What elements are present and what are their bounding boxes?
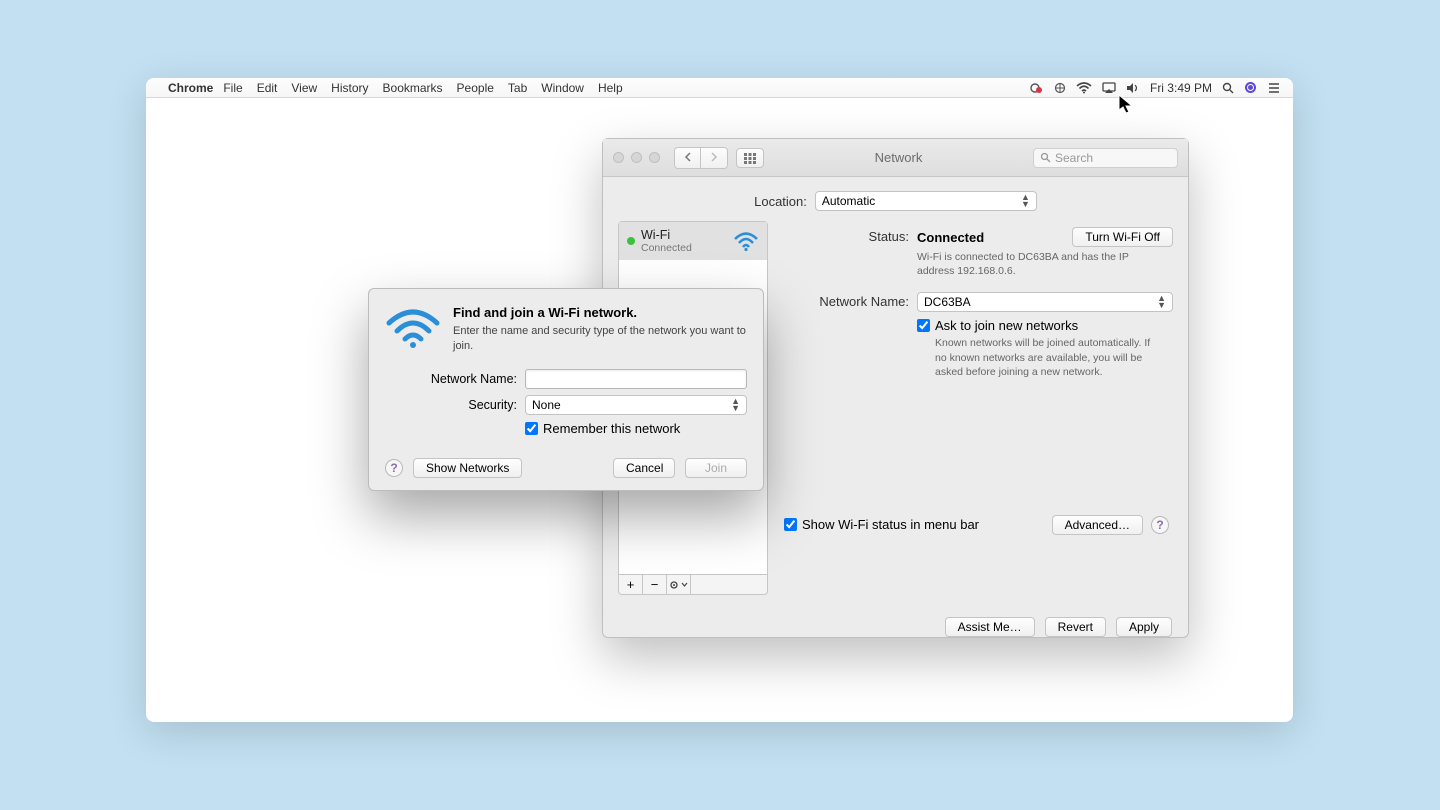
ask-to-join-help: Known networks will be joined automatica…	[935, 336, 1155, 379]
location-select[interactable]: Automatic ▲▼	[815, 191, 1037, 211]
window-traffic-lights[interactable]	[613, 152, 660, 163]
desktop-frame: Chrome File Edit View History Bookmarks …	[146, 78, 1293, 722]
dialog-security-label: Security:	[385, 398, 525, 412]
airplay-icon[interactable]	[1102, 82, 1116, 94]
ask-to-join-checkbox[interactable]	[917, 319, 930, 332]
chevron-down-icon	[681, 582, 688, 587]
location-value: Automatic	[822, 194, 875, 208]
menu-edit[interactable]: Edit	[257, 81, 278, 95]
dialog-subtitle: Enter the name and security type of the …	[453, 324, 747, 355]
help-button[interactable]: ?	[1151, 516, 1169, 534]
dialog-help-button[interactable]: ?	[385, 459, 403, 477]
sidebar-footer: + −	[618, 575, 768, 595]
minimize-window-icon[interactable]	[631, 152, 642, 163]
menu-help[interactable]: Help	[598, 81, 623, 95]
menubar-clock[interactable]: Fri 3:49 PM	[1150, 81, 1212, 95]
network-name-label: Network Name:	[782, 292, 917, 309]
volume-icon[interactable]	[1126, 82, 1140, 94]
gear-icon	[669, 579, 681, 591]
sidebar-item-status: Connected	[641, 242, 727, 254]
notification-center-icon[interactable]	[1267, 82, 1281, 94]
search-placeholder: Search	[1055, 151, 1093, 165]
app-menu[interactable]: Chrome	[168, 81, 213, 95]
remember-network-checkbox[interactable]	[525, 422, 538, 435]
join-wifi-dialog: Find and join a Wi-Fi network. Enter the…	[368, 288, 764, 491]
chevron-updown-icon: ▲▼	[1157, 295, 1166, 309]
location-label: Location:	[754, 194, 807, 209]
show-all-button[interactable]	[736, 148, 764, 168]
zoom-window-icon[interactable]	[649, 152, 660, 163]
menu-people[interactable]: People	[457, 81, 494, 95]
turn-wifi-off-button[interactable]: Turn Wi-Fi Off	[1072, 227, 1173, 247]
status-help-text: Wi-Fi is connected to DC63BA and has the…	[917, 250, 1137, 278]
dialog-name-label: Network Name:	[385, 372, 525, 386]
menu-history[interactable]: History	[331, 81, 368, 95]
search-field[interactable]: Search	[1033, 148, 1178, 168]
wifi-icon	[733, 230, 759, 252]
cancel-button[interactable]: Cancel	[613, 458, 675, 478]
forward-button[interactable]	[701, 148, 727, 168]
detail-pane: Status: Connected Turn Wi-Fi Off Wi-Fi i…	[776, 221, 1173, 595]
chevron-updown-icon: ▲▼	[731, 398, 740, 412]
spotlight-icon[interactable]	[1222, 82, 1234, 94]
network-name-value: DC63BA	[924, 295, 971, 309]
security-value: None	[532, 398, 561, 412]
status-value: Connected	[917, 230, 984, 245]
status-icon-2[interactable]	[1054, 82, 1066, 94]
menu-tab[interactable]: Tab	[508, 81, 527, 95]
menu-file[interactable]: File	[223, 81, 242, 95]
menu-view[interactable]: View	[291, 81, 317, 95]
status-icon-1[interactable]	[1030, 82, 1044, 94]
back-button[interactable]	[675, 148, 701, 168]
advanced-button[interactable]: Advanced…	[1052, 515, 1143, 535]
siri-icon[interactable]	[1244, 81, 1257, 94]
menubar: Chrome File Edit View History Bookmarks …	[146, 78, 1293, 98]
status-dot-icon	[627, 237, 635, 245]
menu-window[interactable]: Window	[541, 81, 584, 95]
show-status-checkbox[interactable]	[784, 518, 797, 531]
close-window-icon[interactable]	[613, 152, 624, 163]
security-select[interactable]: None ▲▼	[525, 395, 747, 415]
wifi-large-icon	[385, 305, 441, 355]
menu-bookmarks[interactable]: Bookmarks	[383, 81, 443, 95]
show-networks-button[interactable]: Show Networks	[413, 458, 522, 478]
nav-buttons	[674, 147, 728, 169]
window-titlebar: Network Search	[603, 139, 1188, 177]
assist-me-button[interactable]: Assist Me…	[945, 617, 1035, 637]
sidebar-item-wifi[interactable]: Wi-Fi Connected	[619, 222, 767, 260]
remove-service-button[interactable]: −	[643, 575, 667, 594]
remember-network-label: Remember this network	[543, 421, 680, 436]
window-button-bar: Assist Me… Revert Apply	[603, 603, 1188, 651]
wifi-menu-icon[interactable]	[1076, 82, 1092, 94]
show-status-label: Show Wi-Fi status in menu bar	[802, 517, 979, 532]
service-actions-button[interactable]	[667, 575, 691, 594]
add-service-button[interactable]: +	[619, 575, 643, 594]
search-icon	[1040, 152, 1051, 163]
apply-button[interactable]: Apply	[1116, 617, 1172, 637]
sidebar-item-name: Wi-Fi	[641, 228, 727, 242]
dialog-title: Find and join a Wi-Fi network.	[453, 305, 747, 320]
network-name-select[interactable]: DC63BA ▲▼	[917, 292, 1173, 312]
join-button[interactable]: Join	[685, 458, 747, 478]
ask-to-join-label: Ask to join new networks	[935, 318, 1078, 333]
status-label: Status:	[782, 227, 917, 244]
revert-button[interactable]: Revert	[1045, 617, 1106, 637]
window-title: Network	[772, 150, 1025, 165]
network-name-input[interactable]	[525, 369, 747, 389]
chevron-updown-icon: ▲▼	[1021, 194, 1030, 208]
